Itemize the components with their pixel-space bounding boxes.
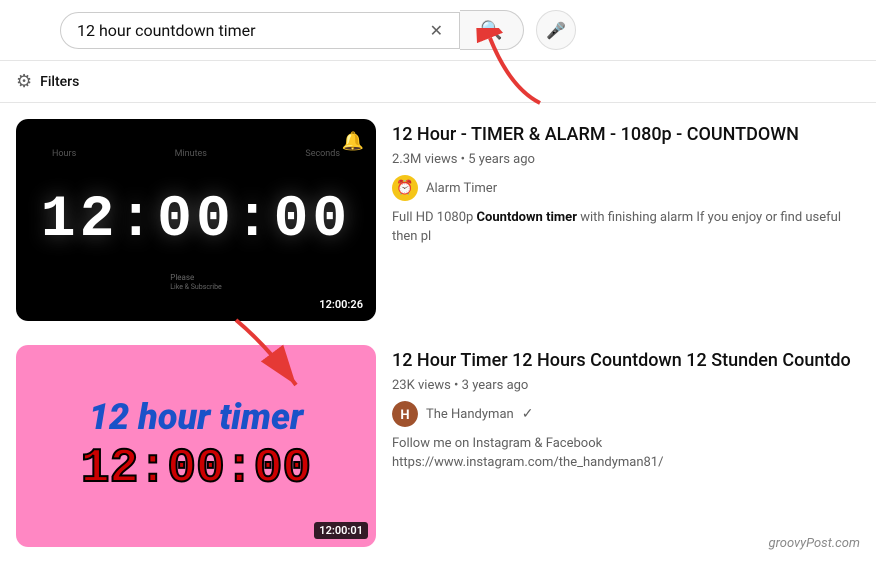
pink-timer: 12:00:00 bbox=[81, 442, 311, 496]
timer-labels-1: Hours Minutes Seconds bbox=[52, 149, 340, 159]
search-value-text: 12 hour countdown timer bbox=[77, 21, 422, 40]
result-item-1: Hours Minutes Seconds 12:00:00 PleaseLik… bbox=[16, 119, 860, 321]
duration-badge-2: 12:00:01 bbox=[314, 522, 368, 539]
video-meta-2: 23K views • 3 years ago bbox=[392, 378, 860, 393]
watermark: groovyPost.com bbox=[769, 536, 860, 551]
channel-name-2[interactable]: The Handyman bbox=[426, 407, 514, 422]
channel-avatar-1: ⏰ bbox=[392, 175, 418, 201]
channel-row-1: ⏰ Alarm Timer bbox=[392, 175, 860, 201]
video-title-1[interactable]: 12 Hour - TIMER & ALARM - 1080p - COUNTD… bbox=[392, 123, 860, 146]
video-title-2[interactable]: 12 Hour Timer 12 Hours Countdown 12 Stun… bbox=[392, 349, 860, 372]
channel-row-2: H The Handyman ✓ bbox=[392, 401, 860, 427]
clear-button[interactable]: ✕ bbox=[430, 21, 443, 40]
filters-icon: ⚙ bbox=[16, 71, 32, 92]
channel-name-1[interactable]: Alarm Timer bbox=[426, 181, 497, 196]
video-meta-1: 2.3M views • 5 years ago bbox=[392, 152, 860, 167]
mic-button[interactable]: 🎤 bbox=[536, 10, 576, 50]
search-input-wrapper: 12 hour countdown timer ✕ bbox=[60, 12, 460, 49]
results-area: Hours Minutes Seconds 12:00:00 PleaseLik… bbox=[0, 103, 876, 563]
timer-subtitle: PleaseLike & Subscribe bbox=[170, 273, 221, 291]
channel-avatar-2: H bbox=[392, 401, 418, 427]
verified-icon-2: ✓ bbox=[522, 406, 534, 422]
video-info-1: 12 Hour - TIMER & ALARM - 1080p - COUNTD… bbox=[392, 119, 860, 246]
thumbnail-1[interactable]: Hours Minutes Seconds 12:00:00 PleaseLik… bbox=[16, 119, 376, 321]
mic-icon: 🎤 bbox=[546, 21, 566, 40]
thumbnail-2[interactable]: 12 hour timer 12:00:00 12:00:01 bbox=[16, 345, 376, 547]
video-description-1: Full HD 1080p Countdown timer with finis… bbox=[392, 209, 860, 245]
pink-title: 12 hour timer bbox=[89, 396, 303, 438]
timer-display-1: 12:00:00 bbox=[41, 188, 351, 253]
video-description-2: Follow me on Instagram & Facebook https:… bbox=[392, 435, 860, 471]
search-icon: 🔍 bbox=[480, 20, 502, 41]
video-info-2: 12 Hour Timer 12 Hours Countdown 12 Stun… bbox=[392, 345, 860, 472]
search-button[interactable]: 🔍 bbox=[460, 10, 524, 50]
search-row: 12 hour countdown timer ✕ 🔍 🎤 bbox=[60, 10, 576, 50]
bell-icon: 🔔 bbox=[342, 131, 364, 152]
filters-bar: ⚙ Filters bbox=[0, 61, 876, 103]
duration-badge-1: 12:00:26 bbox=[314, 296, 368, 313]
result-item-2: 12 hour timer 12:00:00 12:00:01 12 Hour … bbox=[16, 345, 860, 547]
filters-label[interactable]: Filters bbox=[40, 74, 79, 90]
header: 12 hour countdown timer ✕ 🔍 🎤 bbox=[0, 0, 876, 61]
svg-text:H: H bbox=[400, 408, 409, 423]
